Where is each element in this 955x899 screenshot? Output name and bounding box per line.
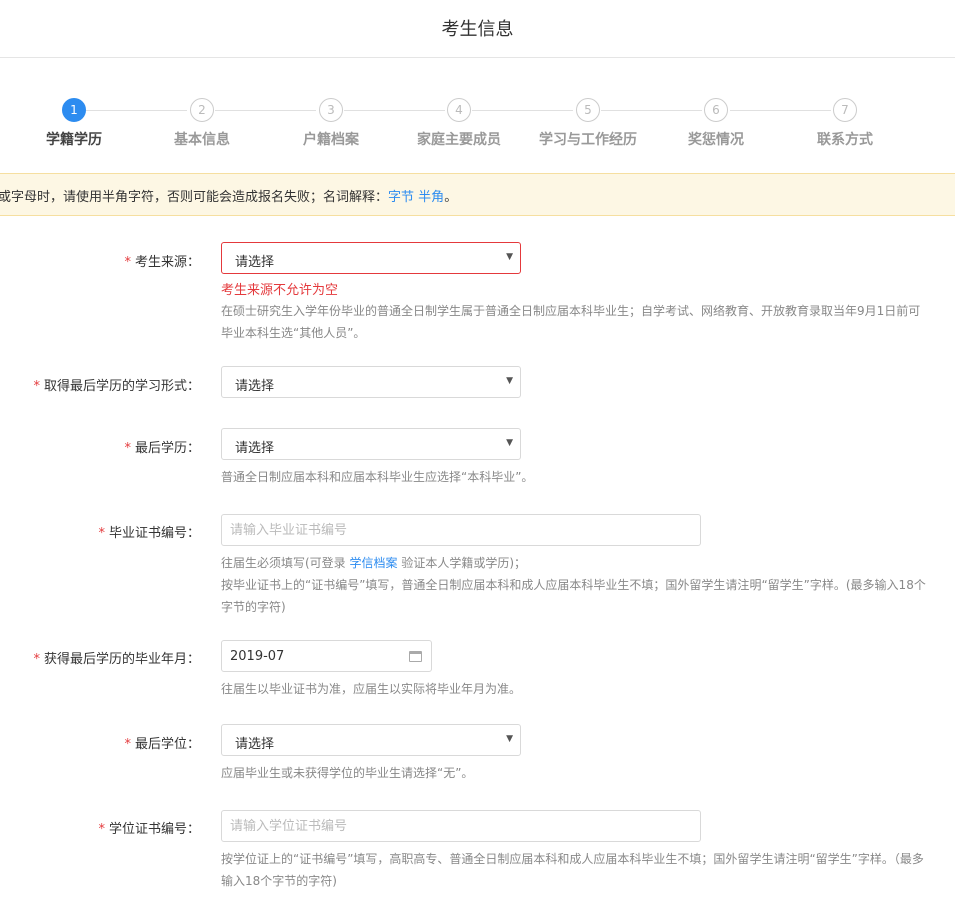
last-degree-label: * 最后学位： [124,733,200,752]
step-number: 2 [190,98,214,122]
calendar-icon [409,651,422,662]
chevron-down-icon: ▼ [506,438,513,448]
degree-no-help: 按学位证上的“证书编号”填写，高职高专、普通全日制应届本科和成人应届本科毕业生不… [221,852,924,888]
step-number: 1 [62,98,86,122]
step-number: 5 [576,98,600,122]
select-value: 请选择 [235,441,275,456]
source-help: 在硕士研究生入学年份毕业的普通全日制学生属于普通全日制应届本科毕业生；自学考试、… [221,304,921,340]
page-header: 考生信息 [0,0,955,58]
study-form-select[interactable]: 请选择 ▼ [221,366,521,398]
step-connector [472,110,573,111]
notice-end: 。 [444,190,458,205]
select-value: 请选择 [235,737,275,752]
step-connector [601,110,702,111]
help-text: 验证本人学籍或学历)； [401,556,527,570]
step-label: 学习与工作经历 [539,132,637,148]
last-degree-help: 应届毕业生或未获得学位的毕业生请选择“无”。 [221,766,474,780]
label-text: 考生来源： [134,255,200,270]
notice-text: 或字母时，请使用半角字符，否则可能会造成报名失败；名词解释：字节 半角。 [0,186,457,205]
select-value: 请选择 [235,379,275,394]
page-title: 考生信息 [441,19,514,40]
chevron-down-icon: ▼ [506,734,513,744]
step-label: 户籍档案 [303,132,359,148]
step-label: 学籍学历 [46,132,102,148]
label-text: 毕业证书编号： [108,526,200,541]
step-number: 4 [447,98,471,122]
byte-link[interactable]: 字节 [388,190,414,205]
required-mark: * [124,255,131,270]
required-mark: * [98,526,105,541]
source-select[interactable]: 请选择 ▼ [221,242,521,274]
notice-message: 或字母时，请使用半角字符，否则可能会造成报名失败；名词解释： [0,190,389,205]
required-mark: * [124,737,131,752]
step-progress: 1 学籍学历 2 基本信息 3 户籍档案 4 家庭主要成员 5 学习与工作经历 … [0,95,955,155]
last-edu-label: * 最后学历： [124,437,200,456]
required-mark: * [98,822,105,837]
step-connector [344,110,445,111]
date-value: 2019-07 [230,649,285,664]
label-text: 最后学位： [134,737,200,752]
step-number: 6 [704,98,728,122]
last-degree-select[interactable]: 请选择 ▼ [221,724,521,756]
chevron-down-icon: ▼ [506,252,513,262]
diploma-help-line2: 按毕业证书上的“证书编号”填写，普通全日制应届本科和成人应届本科毕业生不填；国外… [221,578,926,614]
step-number: 7 [833,98,857,122]
step-connector [86,110,187,111]
step-connector [730,110,831,111]
grad-date-help: 往届生以毕业证书为准，应届生以实际将毕业年月为准。 [221,682,522,696]
diploma-no-input[interactable] [221,514,701,546]
step-label: 联系方式 [817,132,873,148]
source-error: 考生来源不允许为空 [221,283,339,298]
label-text: 取得最后学历的学习形式： [43,379,200,394]
help-text: 往届生必须填写(可登录 [221,556,346,570]
grad-date-picker[interactable]: 2019-07 [221,640,432,672]
required-mark: * [33,379,40,394]
notice-banner: 或字母时，请使用半角字符，否则可能会造成报名失败；名词解释：字节 半角。 [0,173,955,216]
step-connector [215,110,316,111]
label-text: 最后学历： [134,441,200,456]
step-number: 3 [319,98,343,122]
step-label: 奖惩情况 [688,132,744,148]
chevron-down-icon: ▼ [506,376,513,386]
label-text: 学位证书编号： [108,822,200,837]
step-label: 家庭主要成员 [417,132,501,148]
select-value: 请选择 [235,255,275,270]
step-label: 基本信息 [174,132,230,148]
required-mark: * [33,652,40,667]
last-edu-help: 普通全日制应届本科和应届本科毕业生应选择“本科毕业”。 [221,470,534,484]
degree-no-label: * 学位证书编号： [98,818,200,837]
diploma-no-label: * 毕业证书编号： [98,522,200,541]
last-edu-select[interactable]: 请选择 ▼ [221,428,521,460]
chsi-archive-link[interactable]: 学信档案 [350,556,398,570]
study-form-label: * 取得最后学历的学习形式： [33,375,200,394]
source-label: * 考生来源： [124,251,200,270]
degree-no-input[interactable] [221,810,701,842]
diploma-help-line1: 往届生必须填写(可登录 学信档案 验证本人学籍或学历)； [221,552,931,574]
grad-date-label: * 获得最后学历的毕业年月： [33,648,200,667]
half-width-link[interactable]: 半角 [418,190,444,205]
label-text: 获得最后学历的毕业年月： [43,652,200,667]
diploma-no-help: 往届生必须填写(可登录 学信档案 验证本人学籍或学历)； 按毕业证书上的“证书编… [221,552,931,618]
required-mark: * [124,441,131,456]
